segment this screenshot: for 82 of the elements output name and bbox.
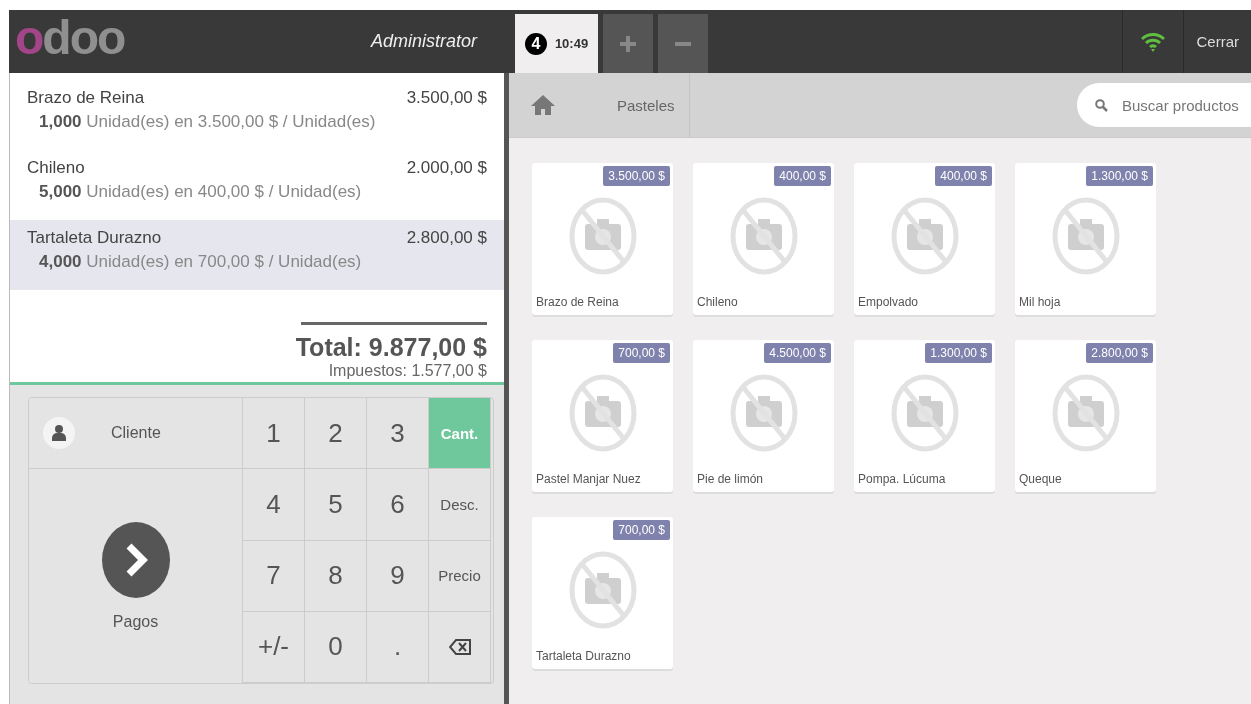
line-detail: 4,000 Unidad(es) en 700,00 $ / Unidad(es) [38, 252, 363, 272]
product-price: 3.500,00 $ [603, 166, 670, 186]
wifi-icon [1141, 31, 1166, 52]
product-name: Queque [1019, 472, 1062, 486]
no-photo-icon [1051, 374, 1120, 452]
product-price: 400,00 $ [935, 166, 992, 186]
customer-button[interactable]: Cliente [29, 398, 243, 470]
remove-order-button[interactable] [658, 14, 708, 73]
product-card[interactable]: 1.300,00 $ Mil hoja [1015, 163, 1156, 315]
product-price: 2.800,00 $ [1086, 343, 1153, 363]
numpad-key[interactable]: 7 [243, 540, 305, 612]
minus-icon [675, 41, 691, 46]
backspace-button[interactable] [429, 611, 491, 683]
order-total: Total: 9.877,00 $ [295, 333, 487, 362]
product-price: 400,00 $ [774, 166, 831, 186]
product-name: Pompa. Lúcuma [858, 472, 946, 486]
line-detail: 1,000 Unidad(es) en 3.500,00 $ / Unidad(es) [38, 112, 377, 132]
numpad-key[interactable]: 0 [305, 611, 367, 683]
product-name: Mil hoja [1019, 295, 1061, 309]
category-breadcrumb[interactable]: Pasteles [577, 73, 690, 137]
product-price: 700,00 $ [613, 343, 670, 363]
logo: odoo [15, 13, 125, 62]
add-order-button[interactable] [603, 14, 653, 73]
plus-icon [620, 35, 636, 52]
user-icon [43, 417, 75, 450]
product-card[interactable]: 400,00 $ Chileno [693, 163, 834, 315]
no-photo-icon [729, 197, 798, 275]
product-name: Brazo de Reina [27, 88, 145, 108]
product-card[interactable]: 400,00 $ Empolvado [854, 163, 995, 315]
product-price: 4.500,00 $ [764, 343, 831, 363]
numpad-key[interactable]: +/- [243, 611, 305, 683]
product-price: 1.300,00 $ [925, 343, 992, 363]
order-taxes: Impuestos: 1.577,00 $ [328, 362, 487, 380]
numpad-key[interactable]: 6 [367, 469, 429, 541]
order-tab[interactable]: 4 10:49 [515, 14, 598, 73]
no-photo-icon [890, 197, 959, 275]
backspace-icon [448, 638, 471, 655]
product-name: Chileno [27, 158, 85, 178]
product-price: 700,00 $ [613, 520, 670, 540]
numpad-key[interactable]: 4 [243, 469, 305, 541]
product-name: Empolvado [858, 295, 919, 309]
search-field[interactable]: Buscar productos [1077, 83, 1251, 127]
line-detail: 5,000 Unidad(es) en 400,00 $ / Unidad(es) [38, 182, 363, 202]
numpad-key[interactable]: 9 [367, 540, 429, 612]
product-card[interactable]: 4.500,00 $ Pie de limón [693, 340, 834, 492]
product-name: Pie de limón [697, 472, 764, 486]
product-name: Brazo de Reina [536, 295, 619, 309]
product-price: 1.300,00 $ [1086, 166, 1153, 186]
order-line[interactable]: Chileno 2.000,00 $ 5,000 Unidad(es) en 400,00 $ / Unidad(es) [10, 150, 504, 220]
product-card[interactable]: 700,00 $ Pastel Manjar Nuez [532, 340, 673, 492]
numpad-key[interactable]: 1 [243, 398, 305, 470]
product-name: Pastel Manjar Nuez [536, 472, 641, 486]
product-name: Tartaleta Durazno [536, 649, 631, 663]
product-name: Tartaleta Durazno [27, 228, 162, 248]
order-line[interactable]: Brazo de Reina 3.500,00 $ 1,000 Unidad(es) en 3.500,00 $ / Unidad(es) [10, 80, 504, 150]
numpad-key[interactable]: . [367, 611, 429, 683]
product-name: Chileno [697, 295, 738, 309]
no-photo-icon [568, 551, 637, 629]
user-name: Administrator [370, 31, 477, 52]
no-photo-icon [1051, 197, 1120, 275]
no-photo-icon [568, 197, 637, 275]
no-photo-icon [568, 374, 637, 452]
no-photo-icon [729, 374, 798, 452]
mode-button[interactable]: Precio [429, 540, 491, 612]
numpad-key[interactable]: 3 [367, 398, 429, 470]
product-card[interactable]: 3.500,00 $ Brazo de Reina [532, 163, 673, 315]
home-icon [530, 94, 556, 116]
no-photo-icon [890, 374, 959, 452]
close-button[interactable]: Cerrar [1196, 33, 1239, 50]
product-card[interactable]: 700,00 $ Tartaleta Durazno [532, 517, 673, 669]
numpad-key[interactable]: 2 [305, 398, 367, 470]
product-card[interactable]: 1.300,00 $ Pompa. Lúcuma [854, 340, 995, 492]
numpad-key[interactable]: 8 [305, 540, 367, 612]
chevron-icon [100, 521, 171, 600]
mode-button[interactable]: Desc. [429, 469, 491, 541]
line-price: 2.000,00 $ [406, 158, 487, 178]
product-card[interactable]: 2.800,00 $ Queque [1015, 340, 1156, 492]
search-icon [1095, 98, 1108, 112]
payment-button[interactable]: Pagos [29, 469, 243, 683]
numpad-key[interactable]: 5 [305, 469, 367, 541]
line-price: 2.800,00 $ [406, 228, 487, 248]
line-price: 3.500,00 $ [406, 88, 487, 108]
